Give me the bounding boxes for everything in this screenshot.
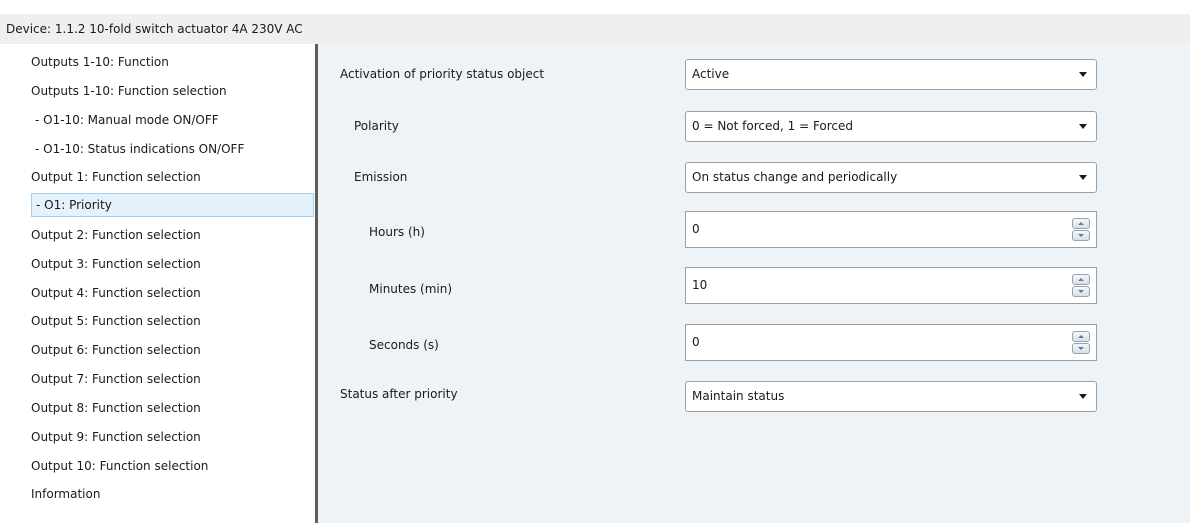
hours-value: 0 — [692, 222, 700, 236]
tree-item-information[interactable]: Information — [31, 482, 100, 506]
minutes-input[interactable]: 10 — [685, 267, 1097, 304]
tree-item-output-1-function-selection[interactable]: Output 1: Function selection — [31, 165, 201, 189]
chevron-down-icon — [1079, 394, 1087, 399]
tree-item-manual-mode[interactable]: - O1-10: Manual mode ON/OFF — [31, 108, 219, 132]
minutes-label: Minutes (min) — [369, 282, 453, 296]
tree-item-output-3-function-selection[interactable]: Output 3: Function selection — [31, 252, 201, 276]
status-after-priority-value: Maintain status — [692, 389, 785, 403]
emission-select[interactable]: On status change and periodically — [685, 162, 1097, 193]
status-after-priority-label: Status after priority — [340, 387, 458, 401]
tree-item-output-4-function-selection[interactable]: Output 4: Function selection — [31, 281, 201, 305]
tree-item-output-2-function-selection[interactable]: Output 2: Function selection — [31, 223, 201, 247]
tree-item-output-8-function-selection[interactable]: Output 8: Function selection — [31, 396, 201, 420]
seconds-input[interactable]: 0 — [685, 324, 1097, 361]
polarity-label: Polarity — [354, 119, 399, 133]
seconds-value: 0 — [692, 335, 700, 349]
hours-input[interactable]: 0 — [685, 211, 1097, 248]
minutes-decrement-button[interactable] — [1072, 286, 1090, 297]
minutes-increment-button[interactable] — [1072, 274, 1090, 285]
chevron-down-icon — [1079, 72, 1087, 77]
tree-item-output-9-function-selection[interactable]: Output 9: Function selection — [31, 425, 201, 449]
activation-value: Active — [692, 67, 730, 81]
tree-item-output-5-function-selection[interactable]: Output 5: Function selection — [31, 309, 201, 333]
emission-value: On status change and periodically — [692, 170, 898, 184]
status-after-priority-select[interactable]: Maintain status — [685, 381, 1097, 412]
tree-item-output-7-function-selection[interactable]: Output 7: Function selection — [31, 367, 201, 391]
seconds-decrement-button[interactable] — [1072, 343, 1090, 354]
tree-item-outputs-function-selection[interactable]: Outputs 1-10: Function selection — [31, 79, 227, 103]
tree-item-outputs-function[interactable]: Outputs 1-10: Function — [31, 50, 169, 74]
activation-select[interactable]: Active — [685, 59, 1097, 90]
polarity-select[interactable]: 0 = Not forced, 1 = Forced — [685, 111, 1097, 142]
arrow-down-icon — [1078, 347, 1084, 350]
polarity-value: 0 = Not forced, 1 = Forced — [692, 119, 854, 133]
chevron-down-icon — [1079, 124, 1087, 129]
tree-item-output-10-function-selection[interactable]: Output 10: Function selection — [31, 454, 208, 478]
tree-item-status-indications[interactable]: - O1-10: Status indications ON/OFF — [31, 137, 244, 161]
window-title: Device: 1.1.2 10-fold switch actuator 4A… — [0, 14, 1190, 44]
seconds-stepper — [1072, 331, 1090, 355]
seconds-label: Seconds (s) — [369, 338, 439, 352]
arrow-down-icon — [1078, 234, 1084, 237]
arrow-up-icon — [1078, 335, 1084, 338]
minutes-stepper — [1072, 274, 1090, 298]
activation-label: Activation of priority status object — [340, 67, 545, 81]
emission-label: Emission — [354, 170, 408, 184]
hours-decrement-button[interactable] — [1072, 230, 1090, 241]
tree-item-output-6-function-selection[interactable]: Output 6: Function selection — [31, 338, 201, 362]
hours-label: Hours (h) — [369, 225, 425, 239]
hours-increment-button[interactable] — [1072, 218, 1090, 229]
tree-item-o1-priority[interactable]: - O1: Priority — [31, 193, 314, 217]
hours-stepper — [1072, 218, 1090, 242]
seconds-increment-button[interactable] — [1072, 331, 1090, 342]
arrow-up-icon — [1078, 278, 1084, 281]
parameter-tree: Outputs 1-10: Function Outputs 1-10: Fun… — [0, 44, 315, 523]
minutes-value: 10 — [692, 278, 708, 292]
arrow-up-icon — [1078, 222, 1084, 225]
arrow-down-icon — [1078, 290, 1084, 293]
chevron-down-icon — [1079, 175, 1087, 180]
